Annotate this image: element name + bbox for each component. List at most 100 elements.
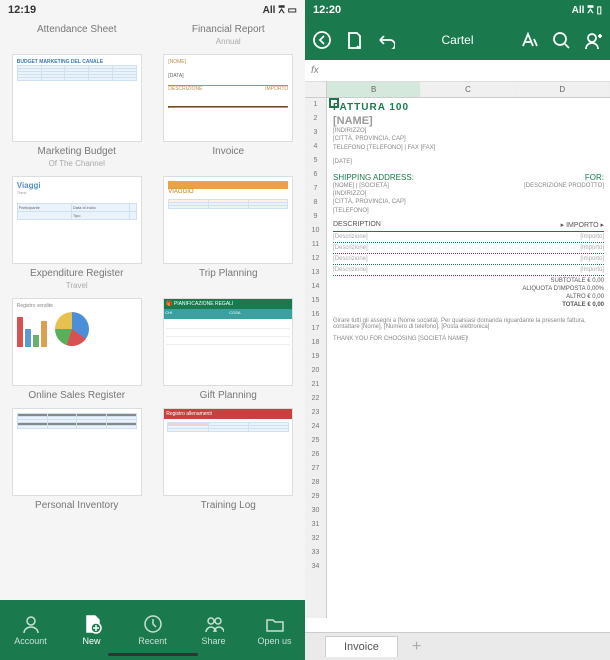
sheet-tabs-bar: Invoice + xyxy=(305,632,610,660)
row-header[interactable]: 10 xyxy=(305,224,326,238)
template-tile-marketing-budget[interactable]: BUDGET MARKETING DEL CANALE Marketing Bu… xyxy=(8,54,146,170)
col-header[interactable]: B xyxy=(327,82,421,97)
row-header[interactable]: 24 xyxy=(305,420,326,434)
row-header[interactable]: 29 xyxy=(305,490,326,504)
row-header[interactable]: 3 xyxy=(305,126,326,140)
row-header[interactable]: 2 xyxy=(305,112,326,126)
row-header[interactable]: 22 xyxy=(305,392,326,406)
template-tile[interactable]: Financial ReportAnnual xyxy=(160,20,298,48)
template-label: Trip Planning xyxy=(199,268,258,279)
row-header[interactable]: 15 xyxy=(305,294,326,308)
template-label: Gift Planning xyxy=(200,390,257,401)
document-title: Cartel xyxy=(441,33,473,47)
cells-area[interactable]: FATTURA 100 [NAME] [INDIRIZZO] [CITTÀ, P… xyxy=(327,98,610,618)
template-thumb xyxy=(12,408,142,496)
template-gallery[interactable]: Attendance Sheet Financial ReportAnnual … xyxy=(0,20,305,600)
ship-phone: [TELEFONO] xyxy=(333,207,604,215)
row-header[interactable]: 20 xyxy=(305,364,326,378)
template-label: Invoice xyxy=(212,146,244,157)
font-icon[interactable] xyxy=(520,31,538,49)
formula-bar[interactable]: fx xyxy=(305,60,610,82)
col-header[interactable]: D xyxy=(516,82,610,97)
network-label: All xyxy=(572,5,585,16)
tab-label: New xyxy=(82,636,100,646)
clock-icon xyxy=(143,614,163,634)
row-header[interactable]: 4 xyxy=(305,140,326,154)
template-tile-gift[interactable]: 🎁 PIANIFICAZIONE REGALI CHICOSA Gift Pla… xyxy=(160,298,298,402)
ship-name: [NOME] | [SOCIETÀ] xyxy=(333,182,389,190)
amount-header: IMPORTO xyxy=(566,222,598,229)
template-tile-inventory[interactable]: Personal Inventory xyxy=(8,408,146,512)
line-desc: [Descrizione] xyxy=(333,245,368,251)
undo-icon[interactable] xyxy=(377,31,395,49)
row-header[interactable]: 8 xyxy=(305,196,326,210)
row-header[interactable]: 14 xyxy=(305,280,326,294)
template-tile-trip[interactable]: VIAGGIO Trip Planning xyxy=(160,176,298,292)
back-icon[interactable] xyxy=(313,31,331,49)
row-header[interactable]: 23 xyxy=(305,406,326,420)
row-header[interactable]: 21 xyxy=(305,378,326,392)
select-all-corner[interactable] xyxy=(305,82,327,97)
tab-share[interactable]: Share xyxy=(183,600,244,660)
new-file-icon xyxy=(82,614,102,634)
template-label: Online Sales Register xyxy=(28,390,125,401)
template-tile-sales[interactable]: Registro vendite Online Sales Register xyxy=(8,298,146,402)
template-tile[interactable]: Attendance Sheet xyxy=(8,20,146,48)
column-headers: B C D xyxy=(305,82,610,98)
row-header[interactable]: 9 xyxy=(305,210,326,224)
row-header[interactable]: 31 xyxy=(305,518,326,532)
row-header[interactable]: 13 xyxy=(305,266,326,280)
row-header[interactable]: 1 xyxy=(305,98,326,112)
wifi-icon: ⩞ xyxy=(278,5,284,16)
row-header[interactable]: 18 xyxy=(305,336,326,350)
row-header[interactable]: 25 xyxy=(305,434,326,448)
template-tile-invoice[interactable]: [NOME] [DATA] DESCRIZIONEIMPORTO Invoice xyxy=(160,54,298,170)
thumb-text: [DATA] xyxy=(168,73,288,79)
row-header[interactable]: 30 xyxy=(305,504,326,518)
line-amt: [Importo] xyxy=(580,267,604,273)
line-desc: [Descrizione] xyxy=(333,267,368,273)
row-header[interactable]: 16 xyxy=(305,308,326,322)
row-header[interactable]: 5 xyxy=(305,154,326,168)
row-header[interactable]: 17 xyxy=(305,322,326,336)
spreadsheet-grid[interactable]: 1234567891011121314151617181920212223242… xyxy=(305,98,610,618)
template-tile-travel[interactable]: Viaggi Think ParticipanteData di inizioT… xyxy=(8,176,146,292)
row-header[interactable]: 11 xyxy=(305,238,326,252)
row-header[interactable]: 28 xyxy=(305,476,326,490)
status-bar: 12:19 All ⩞ ▭ xyxy=(0,0,305,20)
row-header[interactable]: 12 xyxy=(305,252,326,266)
tab-new[interactable]: New xyxy=(61,600,122,660)
chart-icon xyxy=(17,309,137,349)
thumb-text: VIAGGIO xyxy=(168,189,288,195)
tab-open[interactable]: Open us xyxy=(244,600,305,660)
row-header[interactable]: 32 xyxy=(305,532,326,546)
network-label: All xyxy=(263,5,276,16)
people-icon xyxy=(204,614,224,634)
template-thumb: Registro vendite xyxy=(12,298,142,386)
row-header[interactable]: 6 xyxy=(305,168,326,182)
total: TOTALE € 0,00 xyxy=(333,302,604,308)
tab-account[interactable]: Account xyxy=(0,600,61,660)
col-header[interactable]: C xyxy=(421,82,515,97)
file-icon[interactable] xyxy=(345,31,363,49)
row-header[interactable]: 26 xyxy=(305,448,326,462)
active-cell-indicator xyxy=(329,98,339,108)
invoice-title: FATTURA 100 xyxy=(333,102,604,113)
row-header[interactable]: 19 xyxy=(305,350,326,364)
add-sheet-button[interactable]: + xyxy=(398,638,435,656)
row-header[interactable]: 34 xyxy=(305,560,326,574)
sheet-tab[interactable]: Invoice xyxy=(325,636,398,657)
template-thumb: Registro allenamenti xyxy=(163,408,293,496)
row-header[interactable]: 7 xyxy=(305,182,326,196)
tab-label: Account xyxy=(14,636,47,646)
row-headers: 1234567891011121314151617181920212223242… xyxy=(305,98,327,618)
template-tile-training[interactable]: Registro allenamenti Training Log xyxy=(160,408,298,512)
share-person-icon[interactable] xyxy=(584,31,602,49)
row-header[interactable]: 27 xyxy=(305,462,326,476)
line-desc: [Descrizione] xyxy=(333,234,368,240)
bottom-nav: Account New Recent Share Open us xyxy=(0,600,305,660)
row-header[interactable]: 33 xyxy=(305,546,326,560)
search-icon[interactable] xyxy=(552,31,570,49)
other: ALTRO € 0,00 xyxy=(333,294,604,300)
tab-recent[interactable]: Recent xyxy=(122,600,183,660)
